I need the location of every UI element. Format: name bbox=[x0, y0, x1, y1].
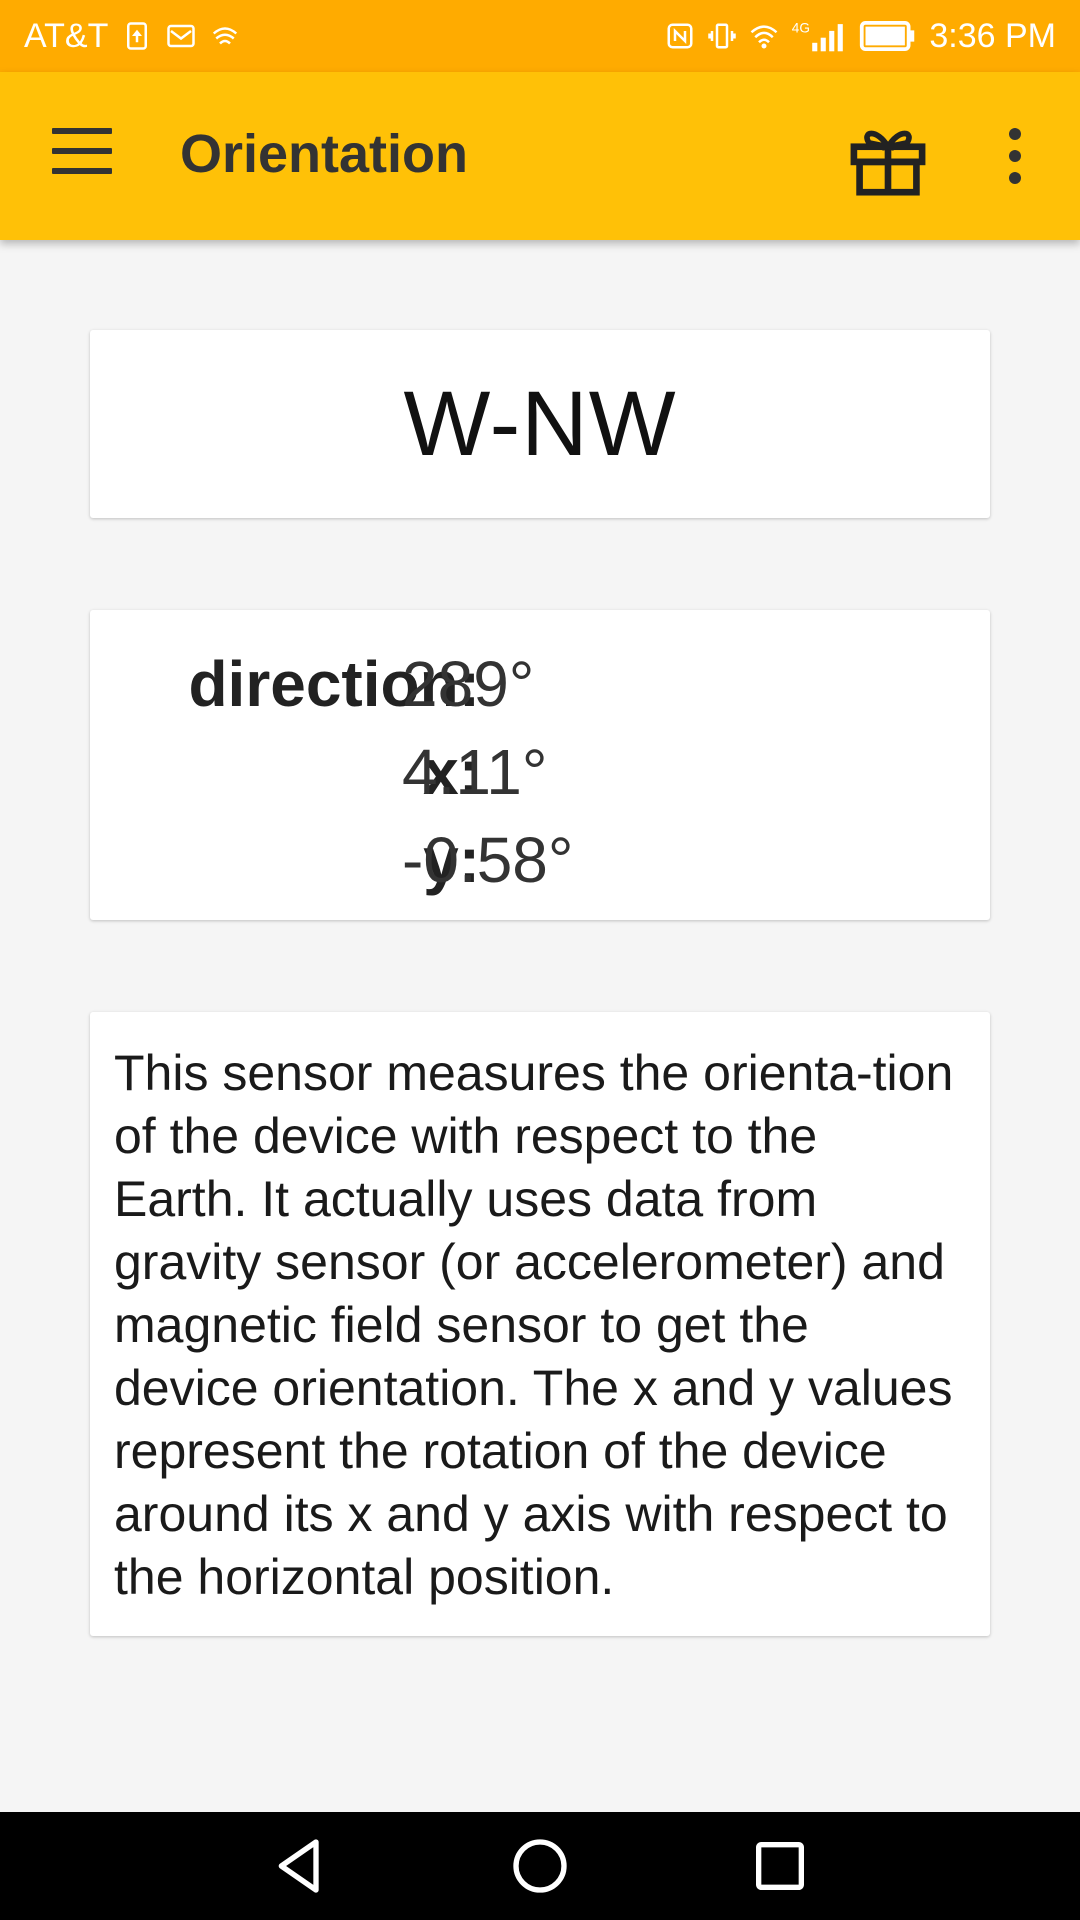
page-title: Orientation bbox=[180, 124, 469, 184]
nfc-icon bbox=[665, 21, 695, 51]
description-card: This sensor measures the orienta-tion of… bbox=[90, 1012, 990, 1636]
value-row-y: y: -0.58° bbox=[90, 816, 990, 904]
svg-text:4G: 4G bbox=[792, 21, 810, 36]
compass-direction-card: W-NW bbox=[90, 330, 990, 518]
app-bar: Orientation bbox=[0, 72, 1080, 240]
wifi-icon bbox=[749, 21, 779, 51]
swiftkey-notification-icon bbox=[210, 21, 240, 51]
navigation-bar bbox=[0, 1812, 1080, 1920]
mail-notification-icon bbox=[166, 21, 196, 51]
gift-icon[interactable] bbox=[850, 124, 926, 196]
status-right: 4G 3:36 PM bbox=[665, 17, 1056, 56]
y-value: -0.58° bbox=[402, 824, 574, 896]
status-left: AT&T bbox=[24, 17, 240, 56]
direction-value: 289° bbox=[402, 648, 535, 720]
orientation-values-card: direction: 289° x: 4.11° y: -0.58° bbox=[90, 610, 990, 920]
battery-icon bbox=[859, 21, 917, 51]
status-bar: AT&T 4G 3:36 PM bbox=[0, 0, 1080, 72]
upload-notification-icon bbox=[122, 21, 152, 51]
cell-signal-icon: 4G bbox=[791, 19, 847, 53]
hamburger-menu-icon[interactable] bbox=[52, 128, 112, 184]
compass-direction: W-NW bbox=[403, 372, 677, 475]
value-row-direction: direction: 289° bbox=[90, 640, 990, 728]
sensor-description: This sensor measures the orienta-tion of… bbox=[114, 1045, 954, 1605]
value-row-x: x: 4.11° bbox=[90, 728, 990, 816]
vibrate-icon bbox=[707, 21, 737, 51]
carrier-label: AT&T bbox=[24, 16, 109, 55]
home-circle-icon[interactable] bbox=[508, 1834, 572, 1898]
back-triangle-icon[interactable] bbox=[268, 1834, 332, 1898]
x-value: 4.11° bbox=[402, 736, 548, 808]
status-time: 3:36 PM bbox=[929, 16, 1056, 55]
recents-square-icon[interactable] bbox=[748, 1834, 812, 1898]
more-vert-icon[interactable] bbox=[1000, 128, 1030, 192]
